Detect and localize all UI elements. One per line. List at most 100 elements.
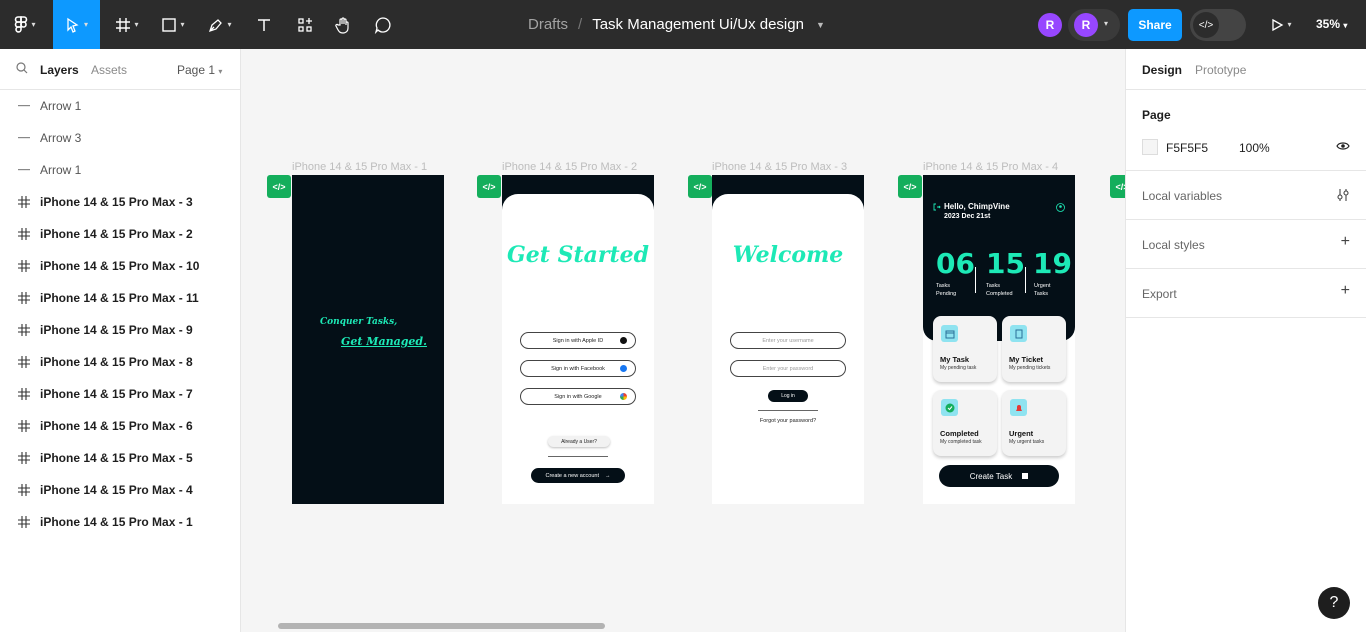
main-menu-button[interactable]: ▾ bbox=[6, 8, 44, 41]
search-icon[interactable] bbox=[16, 62, 28, 74]
dev-code-badge[interactable]: </> bbox=[267, 175, 291, 198]
shape-tool-button[interactable]: ▾ bbox=[154, 8, 192, 41]
plus-icon[interactable]: + bbox=[1341, 233, 1350, 251]
move-tool-button[interactable]: ▾ bbox=[53, 0, 100, 49]
layer-name: iPhone 14 & 15 Pro Max - 9 bbox=[40, 323, 193, 337]
tab-layers[interactable]: Layers bbox=[40, 63, 79, 77]
tab-design[interactable]: Design bbox=[1142, 63, 1182, 77]
card-urgent[interactable]: Urgent My urgent tasks bbox=[1002, 390, 1066, 456]
dev-mode-toggle[interactable]: </> bbox=[1190, 9, 1246, 41]
layer-name: iPhone 14 & 15 Pro Max - 1 bbox=[40, 515, 193, 529]
layer-item[interactable]: iPhone 14 & 15 Pro Max - 5 bbox=[0, 442, 240, 474]
tab-prototype[interactable]: Prototype bbox=[1195, 63, 1246, 77]
frame-label[interactable]: iPhone 14 & 15 Pro Max - 4 bbox=[923, 161, 1058, 173]
password-field[interactable]: Enter your password bbox=[730, 360, 846, 377]
comment-tool-button[interactable] bbox=[367, 8, 399, 41]
help-button[interactable]: ? bbox=[1318, 587, 1350, 619]
variables-icon[interactable] bbox=[1336, 188, 1350, 202]
layer-item[interactable]: iPhone 14 & 15 Pro Max - 1 bbox=[0, 506, 240, 538]
google-signin-button[interactable]: Sign in with Google bbox=[520, 388, 636, 405]
frame-iphone-2[interactable]: Get Started Sign in with Apple ID Sign i… bbox=[502, 175, 654, 504]
layer-item[interactable]: Arrow 1 bbox=[0, 90, 240, 122]
share-button[interactable]: Share bbox=[1128, 9, 1182, 41]
get-started-title: Get Started bbox=[506, 242, 650, 268]
plus-icon[interactable]: + bbox=[1341, 282, 1350, 300]
page-color-opacity[interactable]: 100% bbox=[1239, 141, 1270, 155]
layer-item[interactable]: iPhone 14 & 15 Pro Max - 9 bbox=[0, 314, 240, 346]
frame-tool-button[interactable]: ▾ bbox=[108, 8, 146, 41]
login-button[interactable]: Log in bbox=[768, 390, 808, 402]
page-select[interactable]: Page 1 ▾ bbox=[177, 63, 222, 77]
frame-label[interactable]: iPhone 14 & 15 Pro Max - 3 bbox=[712, 161, 847, 173]
dev-code-badge[interactable]: </> bbox=[1110, 175, 1125, 198]
layer-item[interactable]: iPhone 14 & 15 Pro Max - 3 bbox=[0, 186, 240, 218]
layer-item[interactable]: iPhone 14 & 15 Pro Max - 4 bbox=[0, 474, 240, 506]
local-styles-section[interactable]: Local styles + bbox=[1126, 220, 1366, 269]
dev-code-badge[interactable]: </> bbox=[688, 175, 712, 198]
layer-name: iPhone 14 & 15 Pro Max - 10 bbox=[40, 259, 200, 273]
white-sheet: Welcome Enter your username Enter your p… bbox=[712, 194, 864, 504]
layer-name: iPhone 14 & 15 Pro Max - 11 bbox=[40, 291, 199, 305]
card-completed[interactable]: Completed My completed task bbox=[933, 390, 997, 456]
layer-item[interactable]: Arrow 3 bbox=[0, 122, 240, 154]
layer-item[interactable]: Arrow 1 bbox=[0, 154, 240, 186]
cursor-icon bbox=[67, 17, 79, 33]
white-sheet: Get Started Sign in with Apple ID Sign i… bbox=[502, 194, 654, 504]
frame-iphone-1[interactable]: Conquer Tasks, Get Managed. bbox=[292, 175, 444, 504]
tab-assets[interactable]: Assets bbox=[91, 63, 127, 77]
page-color-swatch[interactable] bbox=[1142, 139, 1158, 155]
export-section[interactable]: Export + bbox=[1126, 269, 1366, 318]
already-user-button[interactable]: Already a User? bbox=[548, 436, 610, 447]
pen-tool-button[interactable]: ▾ bbox=[200, 8, 240, 41]
frame-icon bbox=[17, 323, 31, 337]
hand-tool-button[interactable] bbox=[328, 8, 360, 41]
zoom-level[interactable]: 35% ▾ bbox=[1316, 17, 1347, 31]
canvas[interactable]: iPhone 14 & 15 Pro Max - 1 iPhone 14 & 1… bbox=[241, 49, 1125, 632]
apple-signin-button[interactable]: Sign in with Apple ID bbox=[520, 332, 636, 349]
card-my-task[interactable]: My Task My pending task bbox=[933, 316, 997, 382]
username-field[interactable]: Enter your username bbox=[730, 332, 846, 349]
present-button[interactable]: ▾ bbox=[1262, 8, 1300, 41]
dev-code-badge[interactable]: </> bbox=[898, 175, 922, 198]
layer-item[interactable]: iPhone 14 & 15 Pro Max - 11 bbox=[0, 282, 240, 314]
layer-item[interactable]: iPhone 14 & 15 Pro Max - 7 bbox=[0, 378, 240, 410]
frame-iphone-4[interactable]: Hello, ChimpVine 2023 Dec 21st 06 Tasks P… bbox=[923, 175, 1075, 504]
create-task-button[interactable]: Create Task bbox=[939, 465, 1059, 487]
top-toolbar: ▾ ▾ ▾ ▾ ▾ Drafts / Task Management Ui/Ux… bbox=[0, 0, 1366, 49]
chevron-down-icon: ▾ bbox=[218, 67, 223, 76]
chevron-down-icon: ▾ bbox=[83, 20, 88, 29]
stat-label: Urgent bbox=[1034, 283, 1051, 289]
breadcrumb-drafts[interactable]: Drafts bbox=[528, 16, 568, 33]
multiplayer-avatar-button[interactable]: R ▾ bbox=[1068, 9, 1120, 41]
layer-item[interactable]: iPhone 14 & 15 Pro Max - 8 bbox=[0, 346, 240, 378]
local-variables-section[interactable]: Local variables bbox=[1126, 171, 1366, 220]
resources-button[interactable] bbox=[288, 8, 322, 41]
layer-item[interactable]: iPhone 14 & 15 Pro Max - 6 bbox=[0, 410, 240, 442]
dev-code-badge[interactable]: </> bbox=[477, 175, 501, 198]
layer-item[interactable]: iPhone 14 & 15 Pro Max - 2 bbox=[0, 218, 240, 250]
frame-iphone-3[interactable]: Welcome Enter your username Enter your p… bbox=[712, 175, 864, 504]
create-task-label: Create Task bbox=[969, 471, 1013, 481]
text-tool-button[interactable] bbox=[248, 8, 280, 41]
code-icon: </> bbox=[1193, 12, 1219, 38]
eye-icon[interactable] bbox=[1336, 141, 1350, 151]
profile-icon bbox=[1056, 203, 1065, 212]
card-my-ticket[interactable]: My Ticket My pending tickets bbox=[1002, 316, 1066, 382]
forgot-password-link[interactable]: Forgot your password? bbox=[712, 418, 864, 424]
frame-label[interactable]: iPhone 14 & 15 Pro Max - 2 bbox=[502, 161, 637, 173]
file-name[interactable]: Task Management Ui/Ux design bbox=[592, 16, 804, 33]
frame-label[interactable]: iPhone 14 & 15 Pro Max - 1 bbox=[292, 161, 427, 173]
frame-icon bbox=[17, 515, 31, 529]
page-color-hex[interactable]: F5F5F5 bbox=[1166, 141, 1208, 155]
create-account-button[interactable]: Create a new account → bbox=[531, 468, 625, 483]
avatar[interactable]: R bbox=[1038, 13, 1062, 37]
facebook-signin-button[interactable]: Sign in with Facebook bbox=[520, 360, 636, 377]
text-icon bbox=[258, 18, 270, 31]
play-icon bbox=[1272, 18, 1284, 31]
horizontal-scrollbar[interactable] bbox=[278, 623, 605, 629]
completed-label: Tasks Completed bbox=[986, 282, 1013, 298]
chevron-down-icon[interactable]: ▼ bbox=[816, 20, 825, 30]
frame-icon bbox=[116, 17, 131, 32]
avatar: R bbox=[1074, 13, 1098, 37]
layer-item[interactable]: iPhone 14 & 15 Pro Max - 10 bbox=[0, 250, 240, 282]
